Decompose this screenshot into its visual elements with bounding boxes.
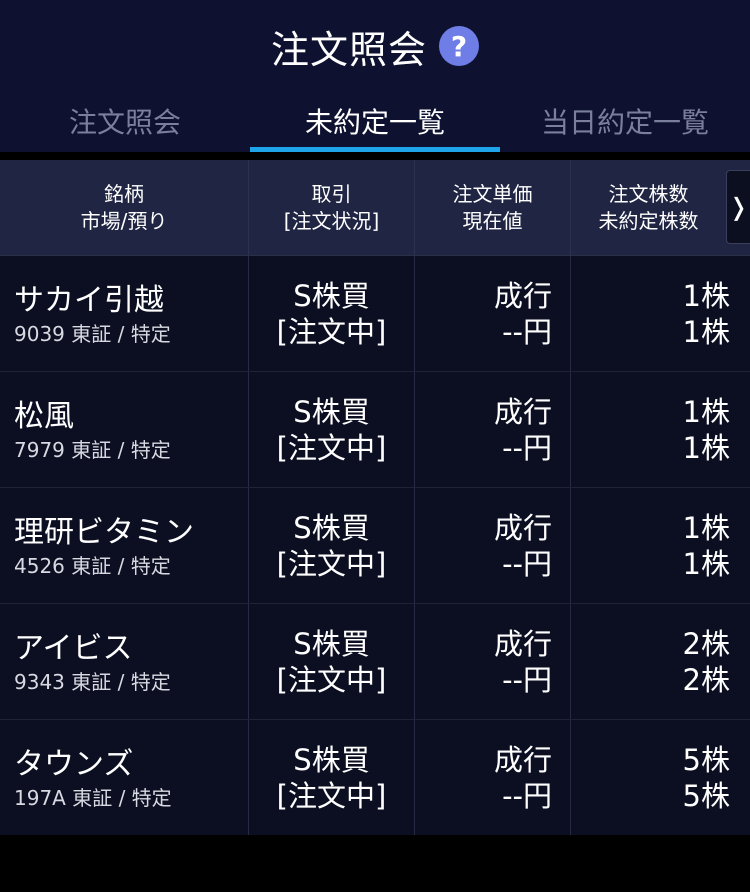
top-bar: 注文照会 ? 注文照会 未約定一覧 当日約定一覧 xyxy=(0,0,750,152)
unfilled-quantity: 1株 xyxy=(682,314,730,349)
stock-cell: アイビス 9343 東証 / 特定 xyxy=(0,604,249,719)
trade-cell: S株買 [注文中] xyxy=(249,604,415,719)
unfilled-quantity: 1株 xyxy=(682,430,730,465)
stock-name: 松風 xyxy=(14,398,74,434)
stock-code-market: 4526 東証 / 特定 xyxy=(14,553,171,578)
unfilled-quantity: 1株 xyxy=(682,546,730,581)
column-header-line1: 注文株数 xyxy=(608,181,689,206)
column-header-line2: 現在値 xyxy=(462,208,523,233)
stock-cell: 松風 7979 東証 / 特定 xyxy=(0,372,249,487)
trade-type: S株買 xyxy=(293,510,370,545)
current-price: --円 xyxy=(502,546,552,581)
trade-type: S株買 xyxy=(293,394,370,429)
order-quantity: 5株 xyxy=(682,742,730,777)
order-price: 成行 xyxy=(493,510,552,545)
order-price: 成行 xyxy=(493,626,552,661)
order-status: [注文中] xyxy=(276,778,387,813)
unfilled-quantity: 5株 xyxy=(682,778,730,813)
stock-code-market: 7979 東証 / 特定 xyxy=(14,437,171,462)
table-row[interactable]: アイビス 9343 東証 / 特定 S株買 [注文中] 成行 --円 2株 2株 xyxy=(0,604,750,720)
order-quantity: 2株 xyxy=(682,626,730,661)
price-cell: 成行 --円 xyxy=(415,604,571,719)
column-header-trade: 取引 [注文状況] xyxy=(249,160,415,255)
stock-cell: サカイ引越 9039 東証 / 特定 xyxy=(0,256,249,371)
trade-type: S株買 xyxy=(293,278,370,313)
column-header-price: 注文単価 現在値 xyxy=(415,160,571,255)
stock-name: タウンズ xyxy=(14,746,134,782)
stock-name: 理研ビタミン xyxy=(14,514,194,550)
price-cell: 成行 --円 xyxy=(415,488,571,603)
divider xyxy=(0,152,750,160)
column-header-stock: 銘柄 市場/預り xyxy=(0,160,249,255)
table-row[interactable]: タウンズ 197A 東証 / 特定 S株買 [注文中] 成行 --円 5株 5株 xyxy=(0,720,750,836)
stock-code-market: 197A 東証 / 特定 xyxy=(14,785,172,810)
order-status: [注文中] xyxy=(276,546,387,581)
column-header-line2: [注文状況] xyxy=(283,208,380,233)
column-header-line1: 銘柄 xyxy=(104,181,144,206)
column-header-line2: 市場/預り xyxy=(80,208,168,233)
current-price: --円 xyxy=(502,778,552,813)
trade-cell: S株買 [注文中] xyxy=(249,720,415,835)
tab-order-inquiry[interactable]: 注文照会 xyxy=(0,92,250,150)
quantity-cell: 1株 1株 xyxy=(571,372,750,487)
trade-type: S株買 xyxy=(293,742,370,777)
help-question-icon[interactable]: ? xyxy=(439,26,479,66)
order-status: [注文中] xyxy=(276,314,387,349)
trade-type: S株買 xyxy=(293,626,370,661)
price-cell: 成行 --円 xyxy=(415,720,571,835)
order-quantity: 1株 xyxy=(682,510,730,545)
order-price: 成行 xyxy=(493,278,552,313)
order-quantity: 1株 xyxy=(682,278,730,313)
trade-cell: S株買 [注文中] xyxy=(249,488,415,603)
trade-cell: S株買 [注文中] xyxy=(249,256,415,371)
quantity-cell: 2株 2株 xyxy=(571,604,750,719)
price-cell: 成行 --円 xyxy=(415,372,571,487)
table-body: サカイ引越 9039 東証 / 特定 S株買 [注文中] 成行 --円 1株 1… xyxy=(0,256,750,836)
title-bar: 注文照会 ? xyxy=(0,18,750,74)
bottom-area xyxy=(0,835,750,892)
table-row[interactable]: 松風 7979 東証 / 特定 S株買 [注文中] 成行 --円 1株 1株 xyxy=(0,372,750,488)
table-row[interactable]: サカイ引越 9039 東証 / 特定 S株買 [注文中] 成行 --円 1株 1… xyxy=(0,256,750,372)
stock-cell: 理研ビタミン 4526 東証 / 特定 xyxy=(0,488,249,603)
tab-today-filled-list[interactable]: 当日約定一覧 xyxy=(500,92,750,150)
stock-name: アイビス xyxy=(14,630,133,666)
quantity-cell: 5株 5株 xyxy=(571,720,750,835)
current-price: --円 xyxy=(502,314,552,349)
column-header-line1: 取引 xyxy=(311,181,352,206)
trade-cell: S株買 [注文中] xyxy=(249,372,415,487)
order-price: 成行 xyxy=(493,742,552,777)
order-quantity: 1株 xyxy=(682,394,730,429)
scroll-right-chevron-icon[interactable]: ❭ xyxy=(726,170,750,244)
price-cell: 成行 --円 xyxy=(415,256,571,371)
order-status: [注文中] xyxy=(276,662,387,697)
orders-table: 銘柄 市場/預り 取引 [注文状況] 注文単価 現在値 注文株数 未約定株数 ❭… xyxy=(0,160,750,836)
quantity-cell: 1株 1株 xyxy=(571,256,750,371)
stock-code-market: 9343 東証 / 特定 xyxy=(14,669,171,694)
table-row[interactable]: 理研ビタミン 4526 東証 / 特定 S株買 [注文中] 成行 --円 1株 … xyxy=(0,488,750,604)
unfilled-quantity: 2株 xyxy=(682,662,730,697)
quantity-cell: 1株 1株 xyxy=(571,488,750,603)
column-header-quantity: 注文株数 未約定株数 xyxy=(571,160,750,255)
stock-code-market: 9039 東証 / 特定 xyxy=(14,321,171,346)
tab-bar: 注文照会 未約定一覧 当日約定一覧 xyxy=(0,92,750,150)
page-title: 注文照会 xyxy=(270,27,427,72)
column-header-line1: 注文単価 xyxy=(452,181,533,206)
tab-unfilled-list[interactable]: 未約定一覧 xyxy=(250,92,500,150)
stock-cell: タウンズ 197A 東証 / 特定 xyxy=(0,720,249,835)
column-header-line2: 未約定株数 xyxy=(598,208,699,233)
order-price: 成行 xyxy=(493,394,552,429)
current-price: --円 xyxy=(502,430,552,465)
stock-name: サカイ引越 xyxy=(14,282,164,318)
table-header: 銘柄 市場/預り 取引 [注文状況] 注文単価 現在値 注文株数 未約定株数 ❭ xyxy=(0,160,750,256)
current-price: --円 xyxy=(502,662,552,697)
order-status: [注文中] xyxy=(276,430,387,465)
